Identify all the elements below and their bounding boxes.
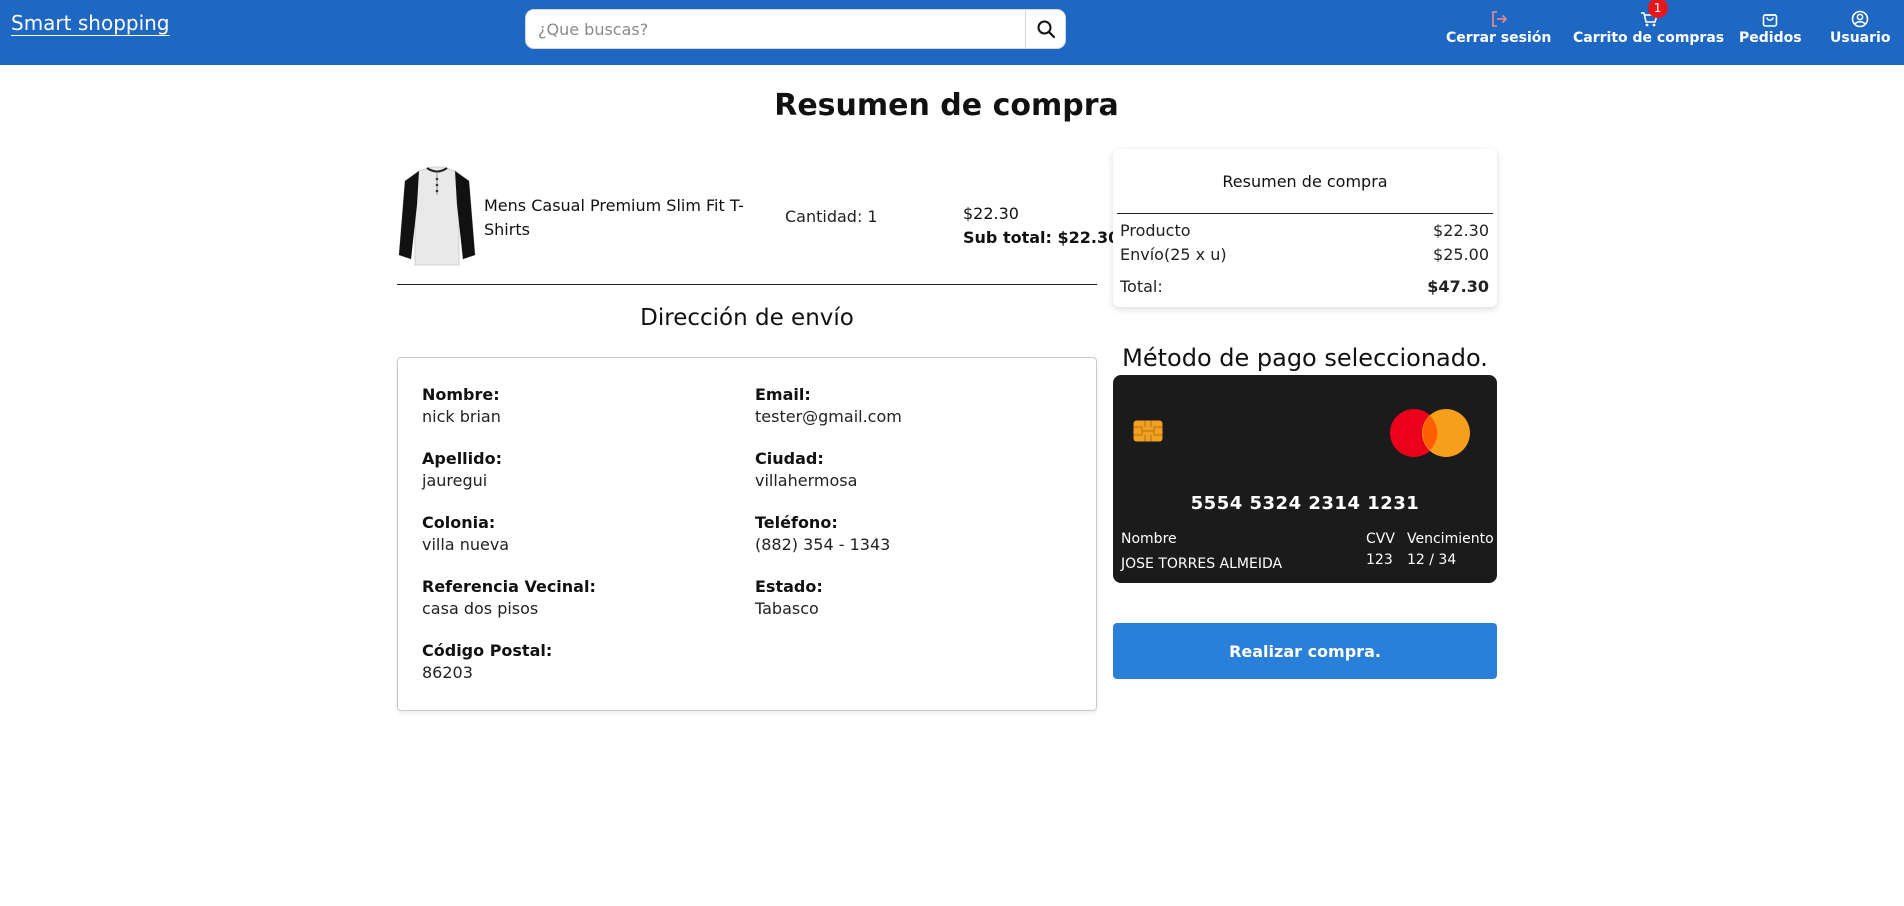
place-order-button[interactable]: Realizar compra. xyxy=(1113,623,1497,679)
logout-icon xyxy=(1490,8,1508,30)
field-label: Email: xyxy=(755,385,811,404)
logout-label: Cerrar sesión xyxy=(1446,30,1552,46)
brand-link[interactable]: Smart shopping xyxy=(11,11,170,35)
card-expiry-value: 12 / 34 xyxy=(1407,552,1457,568)
field-value: tester@gmail.com xyxy=(755,407,902,426)
orders-label: Pedidos xyxy=(1739,30,1802,46)
product-image[interactable] xyxy=(397,165,477,269)
product-name[interactable]: Mens Casual Premium Slim Fit T-Shirts xyxy=(484,194,744,242)
field-referencia: Referencia Vecinal: casa dos pisos xyxy=(422,577,596,618)
summary-product-value: $22.30 xyxy=(1433,221,1489,240)
field-colonia: Colonia: villa nueva xyxy=(422,513,509,554)
cart-button[interactable]: 1 Carrito de compras xyxy=(1573,0,1725,46)
summary-shipping-label: Envío(25 x u) xyxy=(1120,245,1227,264)
top-navbar: Smart shopping Cerrar sesión xyxy=(0,0,1904,65)
mastercard-logo-icon xyxy=(1390,409,1470,457)
field-label: Ciudad: xyxy=(755,449,824,468)
shipping-title: Dirección de envío xyxy=(640,305,854,331)
card-expiry-label: Vencimiento xyxy=(1407,531,1494,547)
field-value: casa dos pisos xyxy=(422,599,539,618)
field-nombre: Nombre: nick brian xyxy=(422,385,501,426)
product-quantity: Cantidad: 1 xyxy=(785,207,878,226)
search-input[interactable] xyxy=(526,10,1026,48)
search-button[interactable] xyxy=(1025,10,1065,48)
card-number: 5554 5324 2314 1231 xyxy=(1190,493,1420,514)
field-value: nick brian xyxy=(422,407,501,426)
field-label: Estado: xyxy=(755,577,823,596)
field-label: Apellido: xyxy=(422,449,502,468)
summary-total-value: $47.30 xyxy=(1427,277,1489,296)
field-value: (882) 354 - 1343 xyxy=(755,535,891,554)
summary-shipping-row: Envío(25 x u) $25.00 xyxy=(1120,245,1489,264)
field-label: Referencia Vecinal: xyxy=(422,577,596,596)
user-circle-icon xyxy=(1851,8,1869,30)
field-label: Colonia: xyxy=(422,513,496,532)
summary-product-row: Producto $22.30 xyxy=(1120,221,1489,240)
orders-button[interactable]: Pedidos xyxy=(1739,8,1802,46)
product-price: $22.30 xyxy=(963,204,1019,223)
search-icon xyxy=(1037,20,1055,39)
payment-method-title: Método de pago seleccionado. xyxy=(1122,344,1488,372)
user-label: Usuario xyxy=(1830,30,1891,46)
summary-product-label: Producto xyxy=(1120,221,1191,240)
user-button[interactable]: Usuario xyxy=(1830,8,1890,46)
order-summary-card: Resumen de compra Producto $22.30 Envío(… xyxy=(1113,149,1497,307)
field-value: Tabasco xyxy=(755,599,819,618)
cart-icon: 1 xyxy=(1640,0,1668,30)
logout-button[interactable]: Cerrar sesión xyxy=(1446,8,1551,46)
field-apellido: Apellido: jauregui xyxy=(422,449,502,490)
field-value: villa nueva xyxy=(422,535,510,554)
card-chip-icon xyxy=(1133,420,1163,442)
shipping-address-card: Nombre: nick brian Email: tester@gmail.c… xyxy=(397,357,1097,711)
summary-title: Resumen de compra xyxy=(1222,172,1388,191)
summary-total-label: Total: xyxy=(1120,277,1163,296)
field-codigo-postal: Código Postal: 86203 xyxy=(422,641,552,682)
field-label: Teléfono: xyxy=(755,513,838,532)
cart-count-badge: 1 xyxy=(1647,0,1668,18)
shopping-bag-icon xyxy=(1761,8,1779,30)
summary-shipping-value: $25.00 xyxy=(1433,245,1489,264)
field-email: Email: tester@gmail.com xyxy=(755,385,902,426)
summary-total-row: Total: $47.30 xyxy=(1120,277,1489,296)
field-value: villahermosa xyxy=(755,471,858,490)
field-telefono: Teléfono: (882) 354 - 1343 xyxy=(755,513,890,554)
field-label: Código Postal: xyxy=(422,641,553,660)
product-subtotal: Sub total: $22.30 xyxy=(963,228,1120,247)
search-bar xyxy=(525,9,1066,49)
card-name-value: JOSE TORRES ALMEIDA xyxy=(1121,556,1283,572)
cart-label: Carrito de compras xyxy=(1573,30,1725,46)
credit-card[interactable]: 5554 5324 2314 1231 Nombre JOSE TORRES A… xyxy=(1113,375,1497,583)
field-value: 86203 xyxy=(422,663,473,682)
field-value: jauregui xyxy=(422,471,488,490)
field-label: Nombre: xyxy=(422,385,500,404)
field-ciudad: Ciudad: villahermosa xyxy=(755,449,857,490)
cart-product-row: Mens Casual Premium Slim Fit T-Shirts Ca… xyxy=(397,163,1119,285)
card-cvv-value: 123 xyxy=(1366,552,1393,568)
card-cvv-label: CVV xyxy=(1366,531,1395,547)
page-title: Resumen de compra xyxy=(774,88,1119,123)
card-name-label: Nombre xyxy=(1121,531,1177,547)
field-estado: Estado: Tabasco xyxy=(755,577,823,618)
summary-divider xyxy=(1117,213,1493,214)
